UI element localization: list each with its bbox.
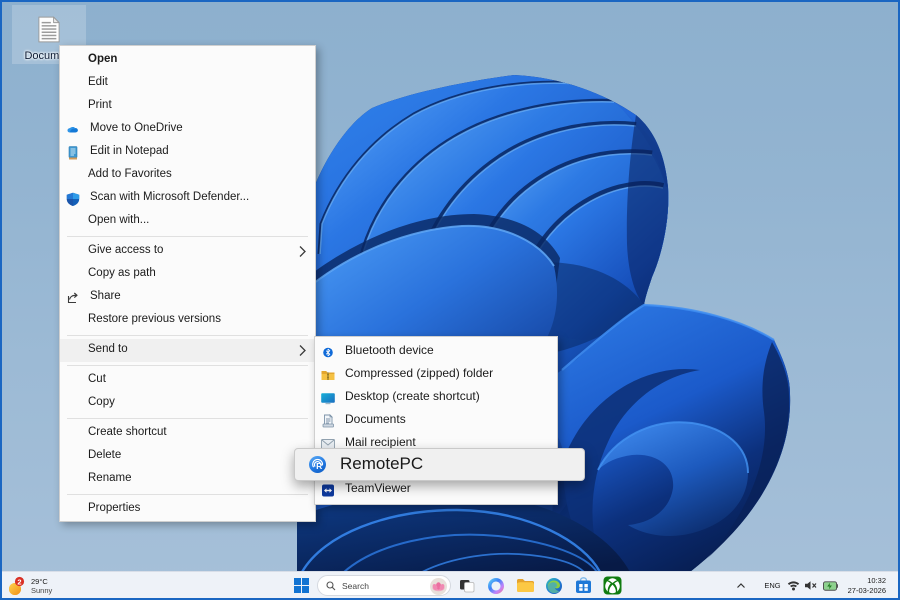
svg-text:R: R	[316, 461, 323, 471]
svg-text:2: 2	[17, 577, 21, 586]
